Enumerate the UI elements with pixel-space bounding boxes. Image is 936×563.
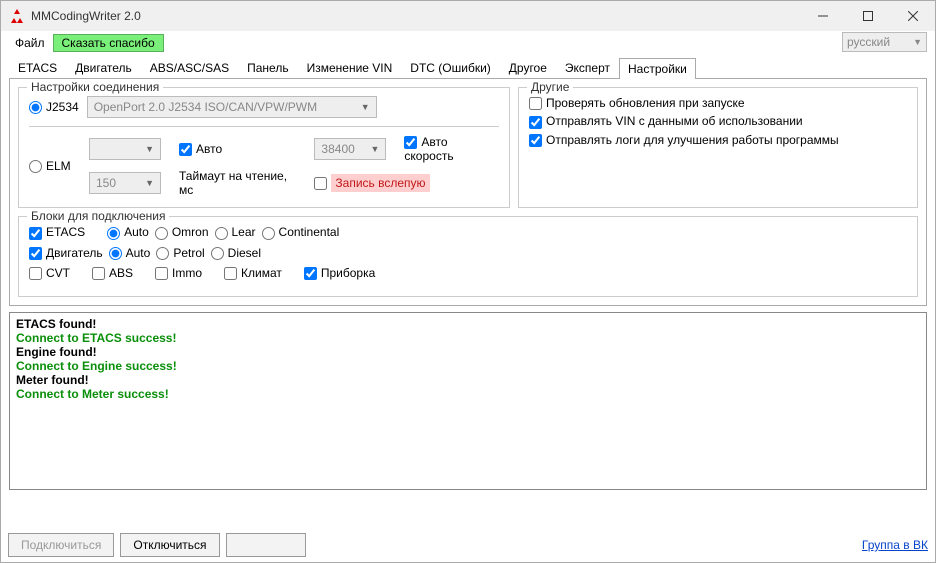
minimize-button[interactable]	[800, 1, 845, 31]
minimize-icon	[818, 11, 828, 21]
radio-engine-petrol[interactable]: Petrol	[156, 246, 204, 260]
chevron-down-icon: ▼	[371, 144, 380, 154]
checkbox-climate[interactable]: Климат	[224, 266, 282, 280]
checkbox-meter[interactable]: Приборка	[304, 266, 375, 280]
close-button[interactable]	[890, 1, 935, 31]
other-settings-group: Другие Проверять обновления при запуске …	[518, 87, 918, 208]
bottom-bar: Подключиться Отключиться Группа в ВК	[8, 533, 928, 557]
checkbox-send-logs[interactable]: Отправлять логи для улучшения работы про…	[529, 133, 839, 147]
chevron-down-icon: ▼	[913, 37, 922, 47]
radio-elm[interactable]: ELM	[29, 159, 79, 173]
menu-file[interactable]: Файл	[7, 34, 53, 52]
tab-0[interactable]: ETACS	[9, 57, 66, 78]
checkbox-cvt[interactable]: CVT	[29, 266, 70, 280]
elm-port-select[interactable]: ▼	[89, 138, 161, 160]
language-value: русский	[847, 35, 890, 49]
chevron-down-icon: ▼	[145, 144, 154, 154]
tab-8[interactable]: Настройки	[619, 58, 696, 79]
j2534-adapter-select[interactable]: OpenPort 2.0 J2534 ISO/CAN/VPW/PWM▼	[87, 96, 377, 118]
blocks-group: Блоки для подключения ETACS Auto Omron L…	[18, 216, 918, 297]
connection-settings-group: Настройки соединения J2534 OpenPort 2.0 …	[18, 87, 510, 208]
checkbox-send-vin[interactable]: Отправлять VIN с данными об использовани…	[529, 114, 803, 128]
maximize-button[interactable]	[845, 1, 890, 31]
radio-engine-auto[interactable]: Auto	[109, 246, 151, 260]
app-icon	[9, 8, 25, 24]
checkbox-engine[interactable]: Двигатель	[29, 246, 103, 260]
radio-etacs-continental[interactable]: Continental	[262, 225, 340, 239]
tab-5[interactable]: DTC (Ошибки)	[401, 57, 499, 78]
tab-2[interactable]: ABS/ASC/SAS	[141, 57, 238, 78]
checkbox-etacs[interactable]: ETACS	[29, 225, 85, 239]
blind-write-label: Запись вслепую	[331, 174, 429, 192]
tab-strip: ETACSДвигательABS/ASC/SASПанельИзменение…	[1, 57, 935, 78]
tab-1[interactable]: Двигатель	[66, 57, 141, 78]
chevron-down-icon: ▼	[361, 102, 370, 112]
checkbox-check-updates[interactable]: Проверять обновления при запуске	[529, 96, 745, 110]
radio-j2534[interactable]: J2534	[29, 100, 79, 114]
timeout-select[interactable]: 150▼	[89, 172, 161, 194]
checkbox-abs[interactable]: ABS	[92, 266, 133, 280]
titlebar: MMCodingWriter 2.0	[1, 1, 935, 31]
vk-link[interactable]: Группа в ВК	[862, 538, 928, 552]
radio-etacs-lear[interactable]: Lear	[215, 225, 256, 239]
checkbox-blind-write[interactable]	[314, 177, 327, 190]
checkbox-auto-port[interactable]: Авто	[179, 142, 249, 156]
checkbox-auto-speed[interactable]: Авто скорость	[404, 135, 499, 163]
window-title: MMCodingWriter 2.0	[31, 9, 141, 23]
tab-3[interactable]: Панель	[238, 57, 297, 78]
radio-etacs-omron[interactable]: Omron	[155, 225, 209, 239]
connection-legend: Настройки соединения	[27, 80, 163, 94]
other-legend: Другие	[527, 80, 573, 94]
baud-select[interactable]: 38400▼	[314, 138, 386, 160]
checkbox-immo[interactable]: Immo	[155, 266, 202, 280]
tab-panel-settings: Настройки соединения J2534 OpenPort 2.0 …	[9, 78, 927, 306]
connect-button[interactable]: Подключиться	[8, 533, 114, 557]
menu-thanks[interactable]: Сказать спасибо	[53, 34, 164, 52]
close-icon	[908, 11, 918, 21]
tab-6[interactable]: Другое	[500, 57, 556, 78]
language-select[interactable]: русский ▼	[842, 32, 927, 52]
radio-etacs-auto[interactable]: Auto	[107, 225, 149, 239]
maximize-icon	[863, 11, 873, 21]
disconnect-button[interactable]: Отключиться	[120, 533, 219, 557]
blocks-legend: Блоки для подключения	[27, 209, 169, 223]
timeout-label: Таймаут на чтение, мс	[179, 169, 304, 197]
radio-engine-diesel[interactable]: Diesel	[211, 246, 261, 260]
tab-4[interactable]: Изменение VIN	[298, 57, 402, 78]
log-console: ETACS found!Connect to ETACS success!Eng…	[9, 312, 927, 490]
empty-button[interactable]	[226, 533, 306, 557]
tab-7[interactable]: Эксперт	[556, 57, 619, 78]
menubar: Файл Сказать спасибо русский ▼	[1, 31, 935, 55]
chevron-down-icon: ▼	[145, 178, 154, 188]
